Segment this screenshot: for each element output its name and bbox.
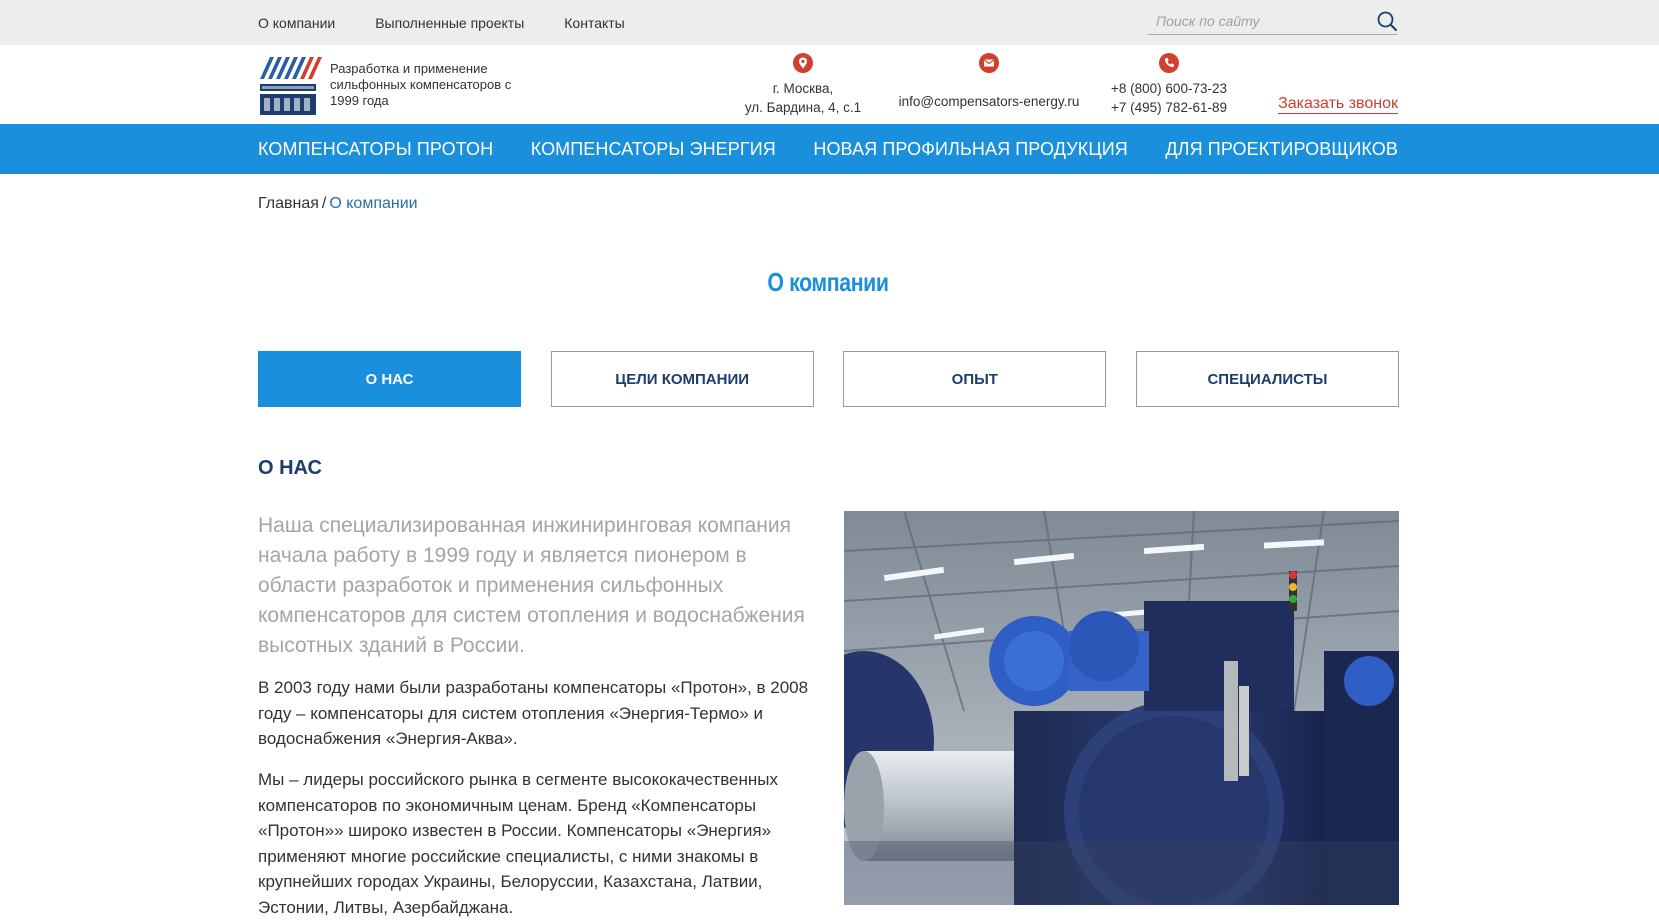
contact-email: info@compensators-energy.ru xyxy=(892,53,1086,111)
main-nav: Компенсаторы ПРОТОН Компенсаторы ЭНЕРГИЯ… xyxy=(0,124,1659,174)
address-line-2: ул. Бардина, 4, с.1 xyxy=(744,100,862,115)
breadcrumb-home[interactable]: Главная xyxy=(258,195,319,212)
contact-address: г. Москва, ул. Бардина, 4, с.1 xyxy=(736,53,870,117)
envelope-icon xyxy=(979,53,999,73)
tab-goals[interactable]: Цели компании xyxy=(550,351,814,407)
top-bar: О компании Выполненные проекты Контакты xyxy=(0,0,1659,45)
mainnav-designers[interactable]: Для проектировщиков xyxy=(1165,139,1398,160)
mainnav-proton[interactable]: Компенсаторы ПРОТОН xyxy=(258,139,493,160)
industrial-boiler-image xyxy=(844,511,1399,905)
lead-paragraph: Наша специализированная инжиниринговая к… xyxy=(258,514,805,657)
contact-phones: +8 (800) 600-73-23 +7 (495) 782-61-89 xyxy=(1104,53,1234,117)
topnav-link-projects[interactable]: Выполненные проекты xyxy=(375,15,524,31)
email-link[interactable]: info@compensators-energy.ru xyxy=(892,92,1086,111)
mainnav-energiya[interactable]: Компенсаторы ЭНЕРГИЯ xyxy=(531,139,776,160)
address-line-1: г. Москва, xyxy=(772,81,834,96)
section-title: О НАС xyxy=(258,457,322,479)
callback-link[interactable]: Заказать звонок xyxy=(1278,95,1398,114)
topnav-link-contacts[interactable]: Контакты xyxy=(564,15,624,31)
company-logo[interactable] xyxy=(258,51,322,117)
phone-1[interactable]: +8 (800) 600-73-23 xyxy=(1104,79,1234,98)
page-title-text: О компании xyxy=(767,267,889,297)
paragraph-history: В 2003 году нами были разработаны компен… xyxy=(258,678,809,748)
site-header: Разработка и применение сильфонных компе… xyxy=(0,45,1659,124)
phone-2[interactable]: +7 (495) 782-61-89 xyxy=(1104,98,1234,117)
phone-icon xyxy=(1159,53,1179,73)
page-title: О компании xyxy=(361,267,1296,298)
mainnav-new-products[interactable]: Новая профильная продукция xyxy=(813,139,1128,160)
tab-about-us[interactable]: О нас xyxy=(258,351,521,407)
search-icon[interactable] xyxy=(1376,10,1398,32)
breadcrumb-current: О компании xyxy=(329,195,418,212)
breadcrumb: Главная / О компании xyxy=(258,195,418,213)
boiler-room-photo xyxy=(844,511,1399,905)
top-nav: О компании Выполненные проекты Контакты xyxy=(258,0,665,45)
site-search xyxy=(1148,8,1398,35)
tab-specialists[interactable]: Специалисты xyxy=(1135,351,1399,407)
section-tabs: О нас Цели компании Опыт Специалисты xyxy=(258,351,1399,407)
search-input[interactable] xyxy=(1148,8,1368,34)
company-tagline: Разработка и применение сильфонных компе… xyxy=(330,61,512,108)
topnav-link-about[interactable]: О компании xyxy=(258,15,335,31)
tab-experience[interactable]: Опыт xyxy=(843,351,1107,407)
breadcrumb-separator: / xyxy=(321,195,327,212)
map-pin-icon xyxy=(793,53,813,73)
paragraph-leadership: Мы – лидеры российского рынка в сегменте… xyxy=(258,770,778,917)
